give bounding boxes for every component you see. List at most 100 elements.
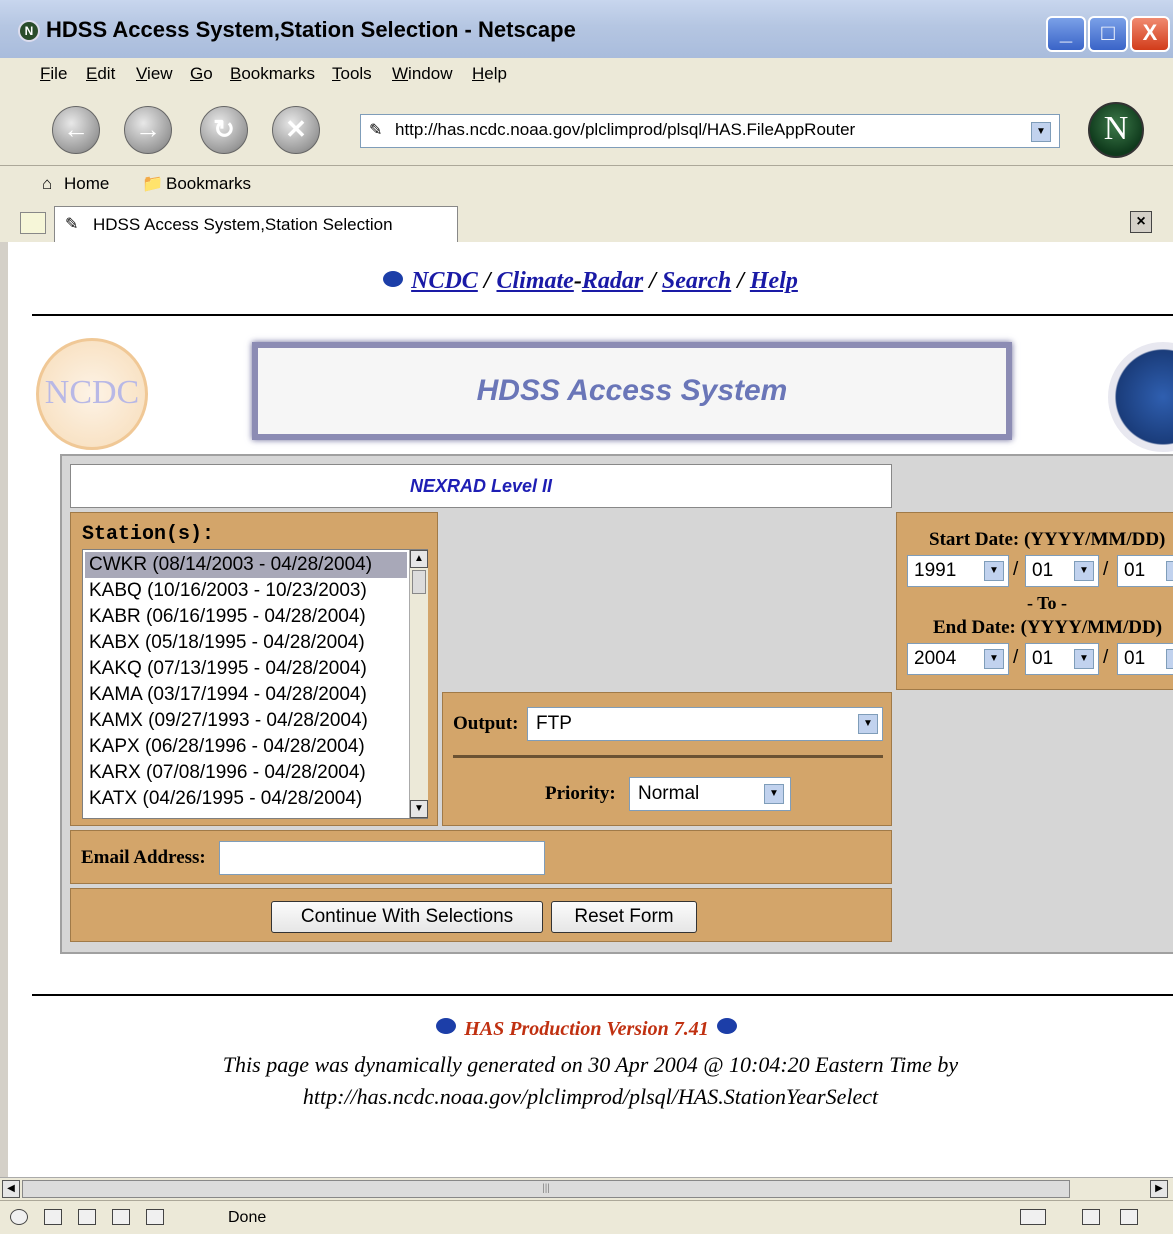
status-bar: Done: [0, 1200, 1173, 1234]
chevron-down-icon[interactable]: ▼: [1074, 561, 1094, 581]
station-option[interactable]: KARX (07/08/1996 - 04/28/2004): [85, 760, 407, 786]
menu-view[interactable]: View: [136, 64, 173, 84]
station-scrollbar[interactable]: ▲ ▼: [409, 550, 428, 818]
search-link[interactable]: Search: [662, 268, 731, 294]
station-option[interactable]: KAKQ (07/13/1995 - 04/28/2004): [85, 656, 407, 682]
noaa-globe-icon: [436, 1018, 457, 1034]
online-status-icon[interactable]: [1020, 1209, 1046, 1225]
status-text: Done: [228, 1209, 267, 1226]
chevron-down-icon[interactable]: ▼: [1166, 649, 1173, 669]
reset-button[interactable]: Reset Form: [551, 901, 697, 933]
stop-button[interactable]: ✕: [272, 106, 320, 154]
ncdc-logo: NCDC: [36, 338, 148, 450]
bookmarks-button[interactable]: Bookmarks: [166, 174, 251, 194]
station-option[interactable]: KATX (04/26/1995 - 04/28/2004): [85, 786, 407, 812]
scroll-thumb[interactable]: [412, 570, 426, 594]
horizontal-scrollbar[interactable]: ◀ ||| ▶: [0, 1177, 1173, 1200]
home-button[interactable]: Home: [64, 174, 109, 194]
tab-active[interactable]: ✎ HDSS Access System,Station Selection: [54, 206, 458, 242]
security-lock-icon[interactable]: [1120, 1209, 1138, 1225]
forward-button[interactable]: →: [124, 106, 172, 154]
station-option[interactable]: KAMA (03/17/1994 - 04/28/2004): [85, 682, 407, 708]
station-option[interactable]: KAPX (06/28/1996 - 04/28/2004): [85, 734, 407, 760]
station-option[interactable]: KABQ (10/16/2003 - 10/23/2003): [85, 578, 407, 604]
window-title: HDSS Access System,Station Selection - N…: [46, 17, 576, 42]
url-dropdown-icon[interactable]: ▼: [1031, 122, 1051, 142]
chevron-down-icon[interactable]: ▼: [764, 784, 784, 804]
ncdc-link[interactable]: NCDC: [411, 268, 478, 294]
netscape-logo[interactable]: N: [1088, 102, 1144, 158]
station-listbox[interactable]: CWKR (08/14/2003 - 04/28/2004) KABQ (10/…: [82, 549, 428, 819]
station-label: Station(s):: [82, 523, 215, 546]
continue-button[interactable]: Continue With Selections: [271, 901, 543, 933]
menu-edit[interactable]: Edit: [86, 64, 115, 84]
station-option[interactable]: KABR (06/16/1995 - 04/28/2004): [85, 604, 407, 630]
radar-link[interactable]: Radar: [582, 268, 643, 294]
divider: [32, 314, 1173, 316]
to-label: - To -: [1027, 593, 1068, 613]
date-panel: Start Date: (YYYY/MM/DD) 1991 ▼ / 01 ▼ / 0…: [896, 512, 1173, 690]
station-option[interactable]: CWKR (08/14/2003 - 04/28/2004): [85, 552, 407, 578]
start-date-label: Start Date: (YYYY/MM/DD): [929, 529, 1166, 550]
scroll-thumb[interactable]: |||: [22, 1180, 1070, 1198]
chevron-down-icon[interactable]: ▼: [984, 561, 1004, 581]
noaa-globe-icon: [383, 271, 404, 287]
email-label: Email Address:: [81, 847, 206, 868]
mail-icon[interactable]: [44, 1209, 62, 1225]
help-link[interactable]: Help: [750, 268, 798, 294]
menu-file[interactable]: File: [40, 64, 67, 84]
end-month-select[interactable]: 01 ▼: [1025, 643, 1099, 675]
reload-button[interactable]: ↻: [200, 106, 248, 154]
end-year-select[interactable]: 2004 ▼: [907, 643, 1009, 675]
page-banner: HDSS Access System: [252, 342, 1012, 440]
version-text: HAS Production Version 7.41: [8, 1018, 1173, 1041]
back-button[interactable]: ←: [52, 106, 100, 154]
scroll-down-icon[interactable]: ▼: [410, 800, 428, 818]
station-option[interactable]: KAMX (09/27/1993 - 04/28/2004): [85, 708, 407, 734]
menu-window[interactable]: Window: [392, 64, 452, 84]
address-book-icon[interactable]: [146, 1209, 164, 1225]
close-button[interactable]: X: [1130, 16, 1170, 52]
chevron-down-icon[interactable]: ▼: [984, 649, 1004, 669]
personal-toolbar: ⌂ Home 📁 Bookmarks: [0, 166, 1173, 203]
climate-link[interactable]: Climate: [496, 268, 573, 294]
tab-bar: ✎ HDSS Access System,Station Selection ×: [0, 202, 1173, 242]
end-date-label: End Date: (YYYY/MM/DD): [933, 617, 1163, 638]
scroll-right-icon[interactable]: ▶: [1150, 1180, 1168, 1198]
scroll-left-icon[interactable]: ◀: [2, 1180, 20, 1198]
chevron-down-icon[interactable]: ▼: [1074, 649, 1094, 669]
menu-go[interactable]: Go: [190, 64, 213, 84]
menu-tools[interactable]: Tools: [332, 64, 372, 84]
start-day-select[interactable]: 01▼: [1117, 555, 1173, 587]
netscape-icon[interactable]: [10, 1209, 28, 1225]
start-year-select[interactable]: 1991 ▼: [907, 555, 1009, 587]
cookie-icon[interactable]: [1082, 1209, 1100, 1225]
composer-icon[interactable]: [112, 1209, 130, 1225]
close-tab-icon[interactable]: ×: [1130, 211, 1152, 233]
maximize-button[interactable]: □: [1088, 16, 1128, 52]
button-panel: Continue With Selections Reset Form: [70, 888, 892, 942]
chevron-down-icon[interactable]: ▼: [1166, 561, 1173, 581]
noaa-logo: [1108, 342, 1173, 452]
scroll-up-icon[interactable]: ▲: [410, 550, 428, 568]
start-month-select[interactable]: 01 ▼: [1025, 555, 1099, 587]
top-navigation: NCDC / Climate-Radar / Search / Help: [8, 268, 1173, 295]
menu-help[interactable]: Help: [472, 64, 507, 84]
output-panel: Output: FTP ▼ Priority: Normal ▼: [442, 692, 892, 826]
new-tab-icon[interactable]: [20, 212, 46, 234]
end-day-select[interactable]: 01▼: [1117, 643, 1173, 675]
email-field[interactable]: [219, 841, 545, 875]
chevron-down-icon[interactable]: ▼: [858, 714, 878, 734]
priority-select[interactable]: Normal ▼: [629, 777, 791, 811]
minimize-button[interactable]: _: [1046, 16, 1086, 52]
url-text: http://has.ncdc.noaa.gov/plclimprod/plsq…: [395, 120, 856, 139]
instant-messenger-icon[interactable]: [78, 1209, 96, 1225]
station-option[interactable]: KABX (05/18/1995 - 04/28/2004): [85, 630, 407, 656]
output-select[interactable]: FTP ▼: [527, 707, 883, 741]
page-icon: ✎: [369, 122, 383, 139]
url-bar[interactable]: ✎ http://has.ncdc.noaa.gov/plclimprod/pl…: [360, 114, 1060, 148]
navigation-toolbar: ← → ↻ ✕ ✎ http://has.ncdc.noaa.gov/plcli…: [0, 92, 1173, 166]
netscape-app-icon: N: [18, 20, 40, 42]
menu-bar: File Edit View Go Bookmarks Tools Window…: [0, 58, 1173, 93]
menu-bookmarks[interactable]: Bookmarks: [230, 64, 315, 84]
